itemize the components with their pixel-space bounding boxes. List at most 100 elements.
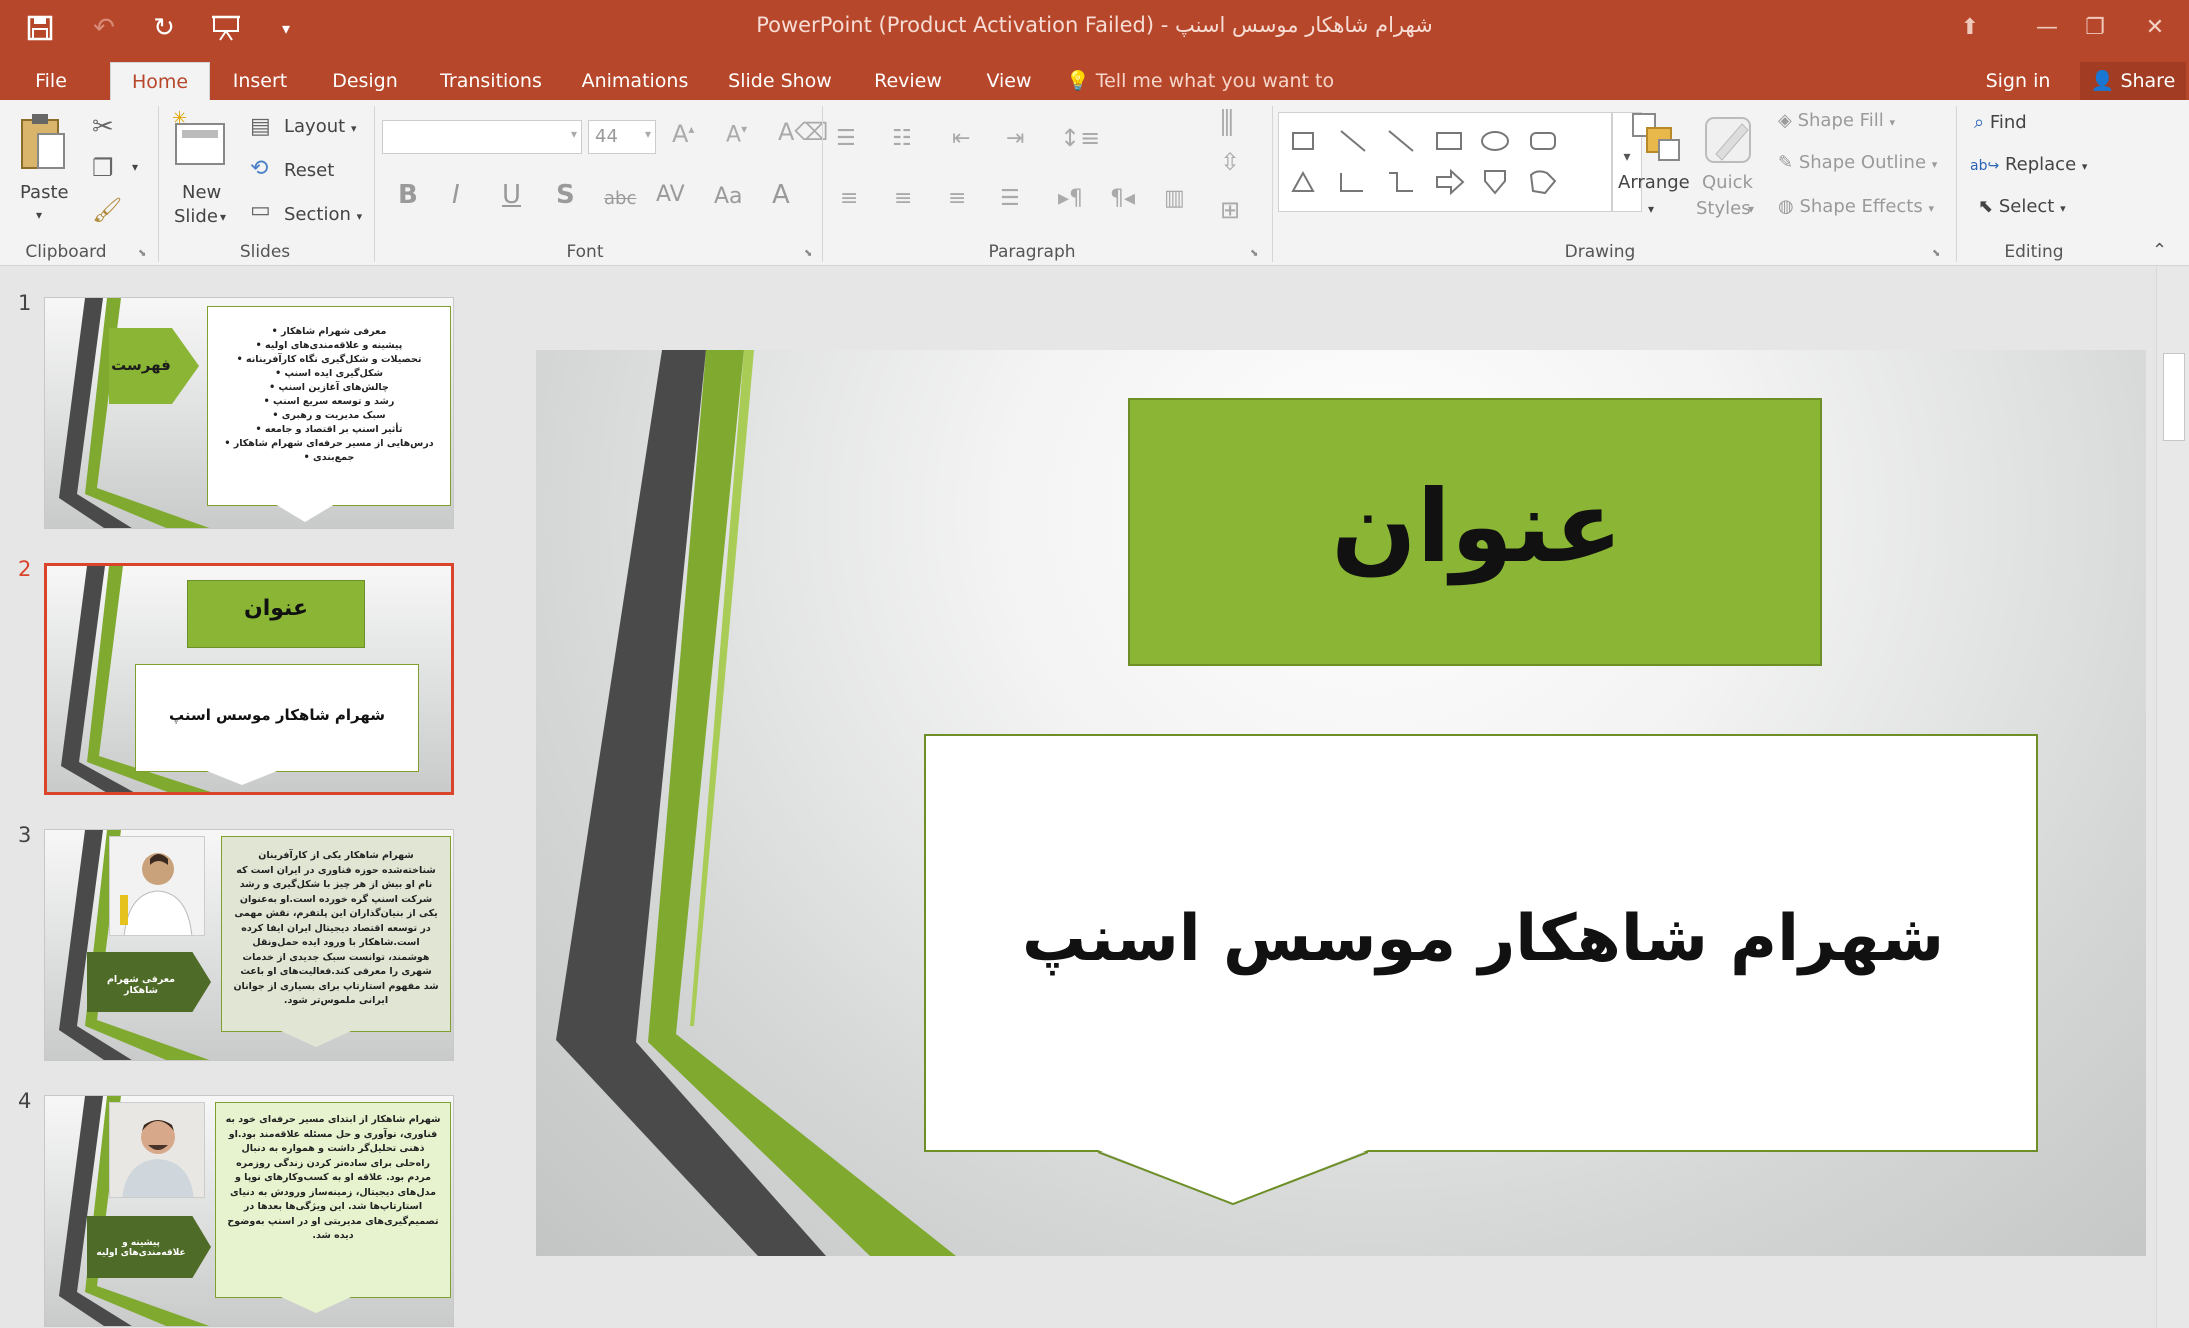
font-launcher-icon[interactable]: ⬊ bbox=[804, 248, 812, 259]
paste-dropdown-icon[interactable]: ▾ bbox=[36, 208, 42, 222]
copy-icon[interactable]: ❐ bbox=[92, 154, 114, 182]
section-button[interactable]: Section ▾ bbox=[284, 204, 362, 225]
ribbon-tabs: File Home Insert Design Transitions Anim… bbox=[0, 56, 2189, 130]
quick-styles-dropdown-icon[interactable]: ▾ bbox=[1748, 202, 1754, 216]
magnifier-icon: ⌕ bbox=[1974, 112, 1985, 133]
subtitle-placeholder[interactable]: شهرام شاهکار موسس اسنپ bbox=[924, 734, 2038, 1152]
new-slide-label-2[interactable]: Slide bbox=[174, 206, 218, 227]
strikethrough-button[interactable]: abc bbox=[604, 188, 636, 209]
tab-design[interactable]: Design bbox=[320, 62, 410, 100]
paste-label[interactable]: Paste bbox=[20, 182, 69, 203]
decrease-indent-icon[interactable]: ⇤ bbox=[952, 126, 970, 151]
shape-outline-button[interactable]: ✎ Shape Outline ▾ bbox=[1778, 152, 1937, 173]
cursor-icon: ⬉ bbox=[1978, 196, 1994, 217]
copy-dropdown-icon[interactable]: ▾ bbox=[132, 160, 138, 174]
change-case-button[interactable]: Aa bbox=[714, 184, 743, 209]
paragraph-launcher-icon[interactable]: ⬊ bbox=[1250, 248, 1258, 259]
underline-button[interactable]: U bbox=[502, 180, 521, 210]
slide-title[interactable]: عنوان bbox=[1130, 472, 1824, 582]
section-tag-text: پیشینه و علاقه‌مندی‌های اولیه bbox=[96, 1238, 186, 1258]
sign-in-link[interactable]: Sign in bbox=[1968, 62, 2068, 100]
quick-styles-icon[interactable] bbox=[1700, 110, 1760, 175]
slide-thumbnail-3[interactable]: معرفی شهرام شاهکار شهرام شاهکار یکی از ک… bbox=[44, 829, 454, 1061]
tab-animations[interactable]: Animations bbox=[574, 62, 696, 100]
ltr-icon[interactable]: ▸¶ bbox=[1058, 186, 1083, 211]
italic-button[interactable]: I bbox=[452, 180, 460, 210]
restore-icon[interactable]: ❐ bbox=[2070, 6, 2120, 48]
paste-icon[interactable] bbox=[18, 110, 68, 180]
justify-icon[interactable]: ☰ bbox=[1000, 186, 1020, 211]
numbering-icon[interactable]: ☷ bbox=[892, 126, 912, 151]
decrease-font-size-icon[interactable]: A▾ bbox=[726, 122, 747, 147]
shape-effects-button[interactable]: ◍ Shape Effects ▾ bbox=[1778, 196, 1934, 217]
increase-indent-icon[interactable]: ⇥ bbox=[1006, 126, 1024, 151]
replace-button[interactable]: ab↪ Replace ▾ bbox=[1970, 154, 2087, 175]
shadow-button[interactable]: S bbox=[556, 180, 575, 210]
collapse-ribbon-icon[interactable]: ⌃ bbox=[2152, 240, 2167, 261]
minimize-icon[interactable]: — bbox=[2022, 6, 2072, 48]
slide-thumbnail-1[interactable]: فهرست معرفی شهرام شاهکار • پیشینه و علاقه… bbox=[44, 297, 454, 529]
cut-icon[interactable]: ✂ bbox=[92, 112, 114, 142]
align-left-icon[interactable]: ≡ bbox=[840, 186, 858, 211]
quick-styles-label-1[interactable]: Quick bbox=[1702, 172, 1753, 193]
tab-home[interactable]: Home bbox=[110, 62, 210, 100]
shapes-gallery[interactable] bbox=[1278, 112, 1612, 212]
tab-review[interactable]: Review bbox=[864, 62, 952, 100]
smartart-icon[interactable]: ⊞ bbox=[1220, 196, 1240, 224]
quick-styles-label-2[interactable]: Styles bbox=[1696, 198, 1751, 219]
slide-thumbnail-2[interactable]: عنوان شهرام شاهکار موسس اسنپ bbox=[44, 563, 454, 795]
columns-icon[interactable]: ▥ bbox=[1164, 186, 1185, 211]
close-icon[interactable]: ✕ bbox=[2130, 6, 2180, 48]
increase-font-size-icon[interactable]: A▴ bbox=[672, 120, 694, 148]
tab-transitions[interactable]: Transitions bbox=[430, 62, 552, 100]
font-size-input[interactable]: 44 ▾ bbox=[588, 120, 656, 154]
select-button[interactable]: ⬉ Select ▾ bbox=[1978, 196, 2066, 217]
vertical-scrollbar[interactable] bbox=[2156, 267, 2189, 1328]
arrange-label[interactable]: Arrange bbox=[1618, 172, 1690, 193]
thumb-title-text: عنوان bbox=[243, 596, 309, 621]
align-center-icon[interactable]: ≡ bbox=[894, 186, 912, 211]
scrollbar-thumb[interactable] bbox=[2163, 353, 2185, 441]
title-placeholder[interactable]: عنوان bbox=[1128, 398, 1822, 666]
arrange-icon[interactable] bbox=[1620, 110, 1690, 175]
shape-fill-button[interactable]: ◈ Shape Fill ▾ bbox=[1778, 110, 1895, 131]
layout-icon[interactable]: ▤ bbox=[250, 114, 271, 139]
new-slide-icon[interactable]: ✳ bbox=[170, 108, 230, 174]
tab-slide-show[interactable]: Slide Show bbox=[720, 62, 840, 100]
divider bbox=[158, 106, 159, 262]
tab-insert[interactable]: Insert bbox=[222, 62, 298, 100]
slide-subtitle[interactable]: شهرام شاهکار موسس اسنپ bbox=[926, 904, 2040, 974]
tell-me-box[interactable]: 💡 Tell me what you want to do... bbox=[1066, 62, 1366, 130]
layout-button[interactable]: Layout ▾ bbox=[284, 116, 356, 137]
section-icon[interactable]: ▭ bbox=[250, 198, 271, 223]
tab-view[interactable]: View bbox=[976, 62, 1042, 100]
reset-button[interactable]: Reset bbox=[284, 160, 334, 181]
clear-formatting-icon[interactable]: A⌫ bbox=[778, 118, 828, 146]
clipboard-launcher-icon[interactable]: ⬊ bbox=[138, 248, 146, 259]
reset-icon[interactable]: ⟲ bbox=[250, 156, 268, 181]
rtl-icon[interactable]: ¶◂ bbox=[1110, 186, 1135, 211]
text-direction-icon[interactable]: ⫼ bbox=[1220, 106, 1234, 141]
new-slide-label-1[interactable]: New bbox=[182, 182, 221, 203]
pencil-icon: ✎ bbox=[1778, 152, 1794, 173]
current-slide[interactable]: عنوان شهرام شاهکار موسس اسنپ bbox=[536, 350, 2146, 1256]
toc-item: درس‌هایی از مسیر حرفه‌ای شهرام شاهکار • bbox=[224, 438, 434, 449]
bold-button[interactable]: B bbox=[398, 180, 418, 210]
find-button[interactable]: ⌕ Find bbox=[1974, 112, 2027, 133]
align-text-icon[interactable]: ⇳ bbox=[1220, 148, 1240, 176]
arrange-dropdown-icon[interactable]: ▾ bbox=[1648, 202, 1654, 216]
portrait-photo bbox=[109, 1102, 205, 1198]
align-right-icon[interactable]: ≡ bbox=[948, 186, 966, 211]
share-button[interactable]: 👤 Share bbox=[2080, 62, 2186, 100]
format-painter-icon[interactable]: 🖌 bbox=[92, 196, 122, 224]
bullets-icon[interactable]: ☰ bbox=[836, 126, 856, 151]
tab-file[interactable]: File bbox=[10, 62, 92, 100]
character-spacing-button[interactable]: AV bbox=[656, 182, 685, 207]
font-color-button[interactable]: A bbox=[772, 180, 790, 210]
ribbon-display-options-icon[interactable]: ⬆ bbox=[1945, 6, 1995, 48]
drawing-launcher-icon[interactable]: ⬊ bbox=[1932, 248, 1940, 259]
new-slide-dropdown-icon[interactable]: ▾ bbox=[220, 210, 226, 224]
line-spacing-icon[interactable]: ↕≡ bbox=[1060, 124, 1100, 152]
slide-thumbnail-4[interactable]: پیشینه و علاقه‌مندی‌های اولیه شهرام شاهک… bbox=[44, 1095, 454, 1327]
font-name-input[interactable]: ▾ bbox=[382, 120, 582, 154]
